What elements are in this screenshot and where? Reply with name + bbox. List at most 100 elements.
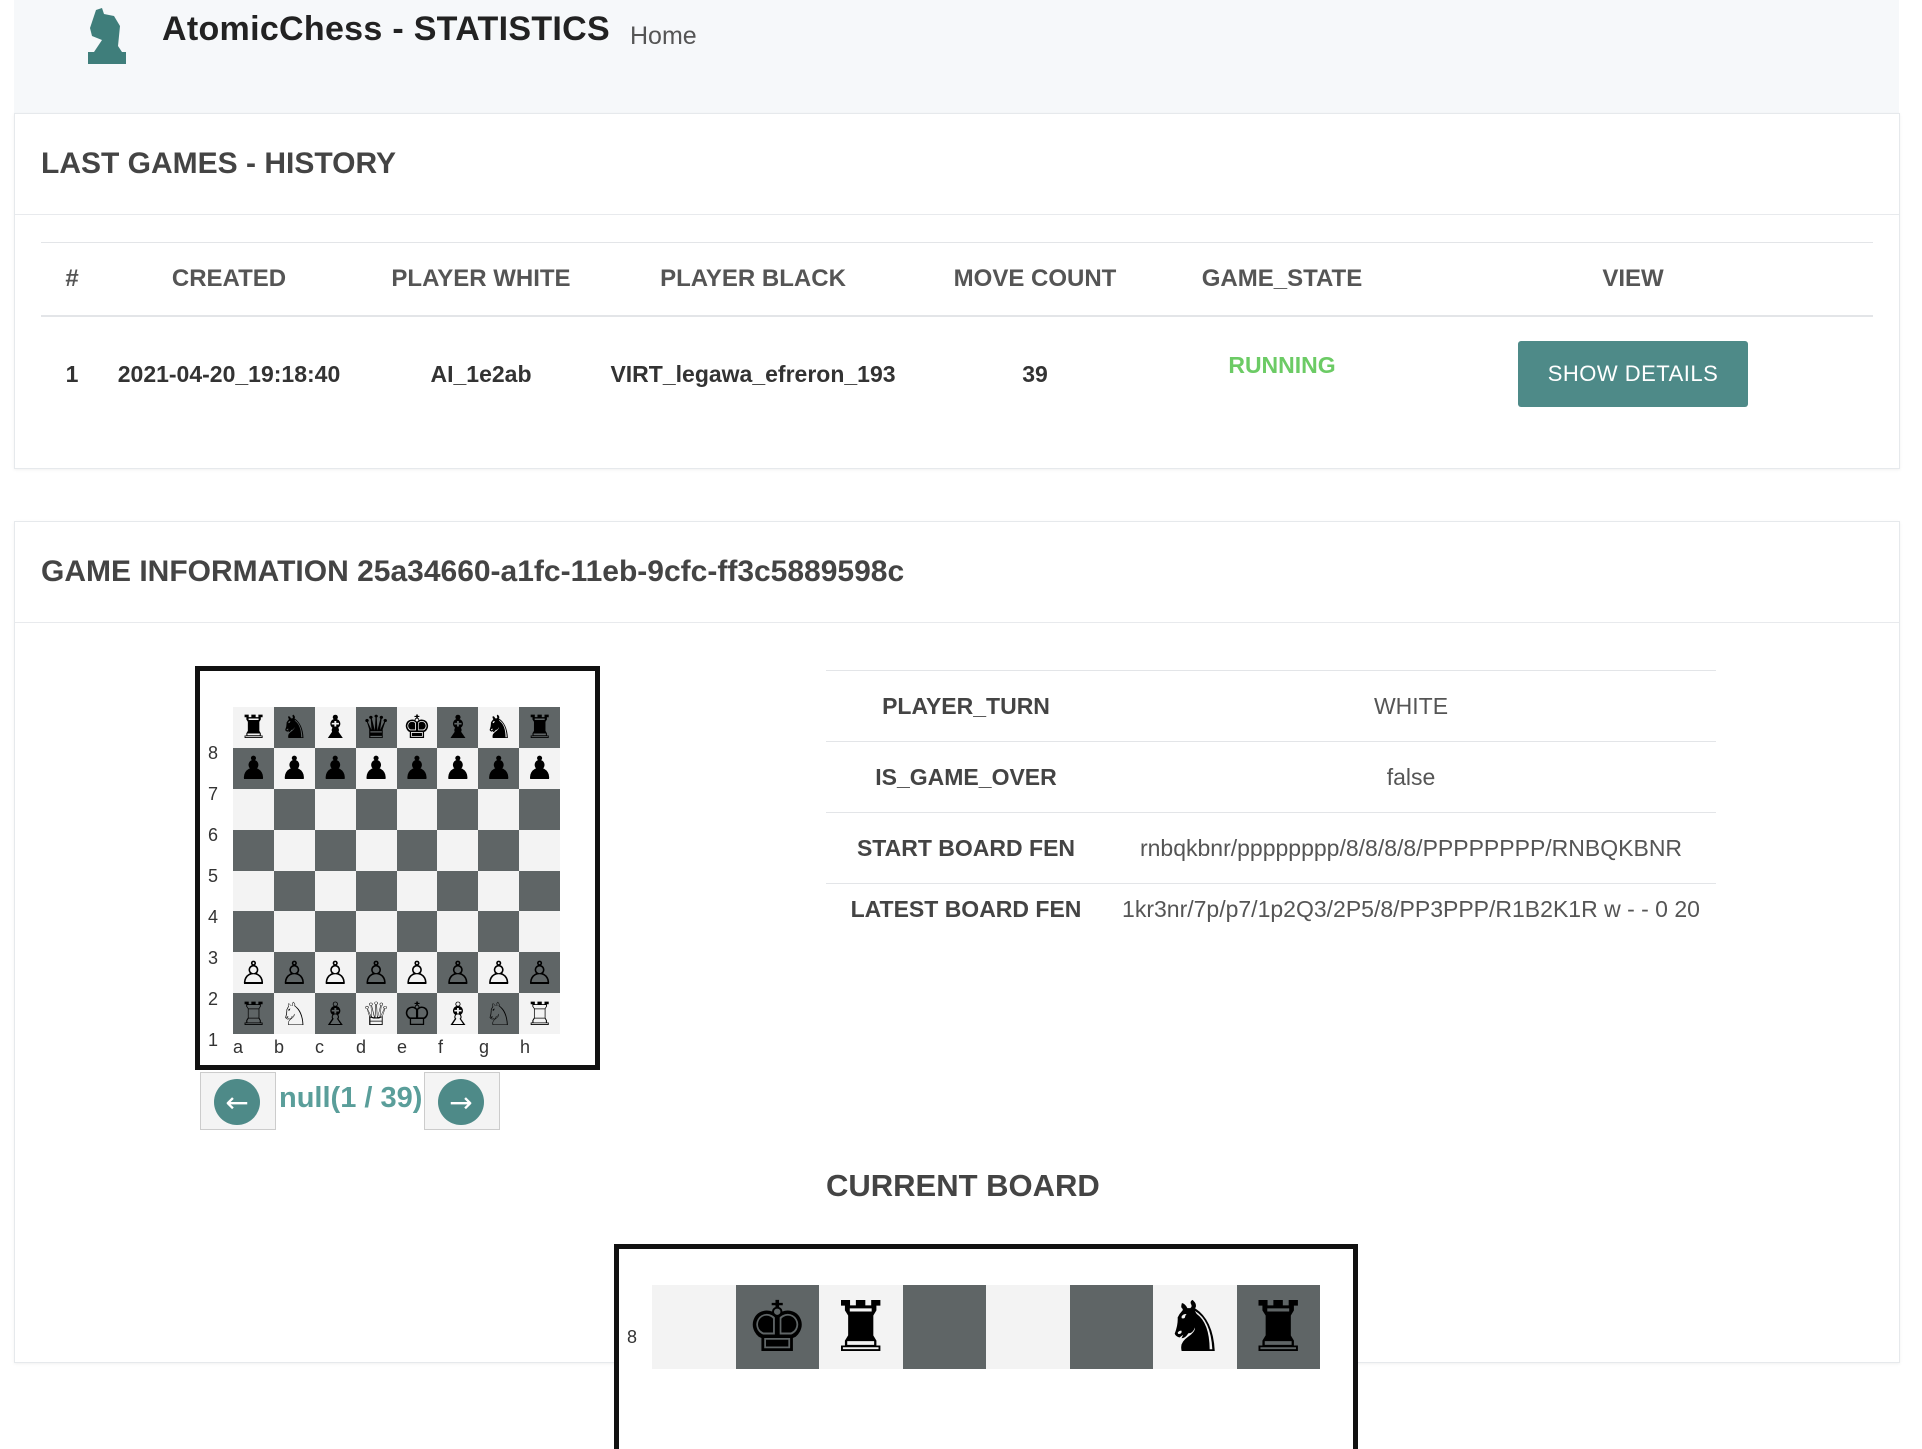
- board-square[interactable]: [478, 829, 520, 871]
- board-square[interactable]: [314, 829, 356, 871]
- chess-piece-icon[interactable]: ♛: [362, 711, 391, 743]
- board-square[interactable]: [273, 829, 315, 871]
- board-square[interactable]: ♖: [519, 993, 560, 1034]
- board-square[interactable]: [478, 788, 520, 830]
- nav-home-link[interactable]: Home: [630, 22, 697, 51]
- chess-piece-icon[interactable]: ♙: [525, 957, 554, 989]
- board-square[interactable]: [355, 829, 397, 871]
- board-square[interactable]: [314, 870, 356, 912]
- board-square[interactable]: [396, 911, 438, 953]
- board-square[interactable]: ♝: [314, 707, 356, 748]
- board-square[interactable]: ♞: [478, 707, 520, 748]
- board-square[interactable]: [519, 911, 560, 953]
- player-black-link[interactable]: VIRT_legawa_efreron_193: [607, 316, 899, 431]
- board-square[interactable]: ♙: [519, 952, 560, 994]
- board-square[interactable]: [314, 788, 356, 830]
- chess-piece-icon[interactable]: ♟: [321, 752, 350, 784]
- chess-piece-icon[interactable]: ♝: [321, 711, 350, 743]
- board-square[interactable]: [986, 1285, 1070, 1369]
- board-square[interactable]: [233, 870, 274, 912]
- board-square[interactable]: ♙: [478, 952, 520, 994]
- chess-piece-icon[interactable]: ♜: [829, 1292, 892, 1362]
- board-square[interactable]: ♜: [1236, 1285, 1320, 1369]
- board-square[interactable]: ♞: [273, 707, 315, 748]
- chess-piece-icon[interactable]: ♙: [280, 957, 309, 989]
- chess-piece-icon[interactable]: ♙: [443, 957, 472, 989]
- chess-piece-icon[interactable]: ♙: [362, 957, 391, 989]
- board-square[interactable]: [437, 870, 479, 912]
- board-square[interactable]: [519, 788, 560, 830]
- board-square[interactable]: ♟: [478, 747, 520, 789]
- chess-piece-icon[interactable]: ♖: [525, 998, 554, 1030]
- board-square[interactable]: [437, 829, 479, 871]
- board-square[interactable]: ♖: [233, 993, 274, 1034]
- chess-piece-icon[interactable]: ♜: [239, 711, 268, 743]
- board-square[interactable]: [355, 911, 397, 953]
- board-square[interactable]: ♜: [819, 1285, 903, 1369]
- chess-piece-icon[interactable]: ♘: [280, 998, 309, 1030]
- board-square[interactable]: [437, 788, 479, 830]
- board-square[interactable]: ♘: [273, 993, 315, 1034]
- chess-piece-icon[interactable]: ♞: [280, 711, 309, 743]
- board-square[interactable]: [273, 788, 315, 830]
- board-square[interactable]: ♙: [396, 952, 438, 994]
- chess-piece-icon[interactable]: ♙: [239, 957, 268, 989]
- chess-piece-icon[interactable]: ♞: [1163, 1292, 1226, 1362]
- player-white-link[interactable]: AI_1e2ab: [355, 316, 607, 431]
- board-square[interactable]: ♟: [314, 747, 356, 789]
- board-square[interactable]: [233, 911, 274, 953]
- board-square[interactable]: [519, 870, 560, 912]
- chess-piece-icon[interactable]: ♟: [362, 752, 391, 784]
- board-square[interactable]: [233, 829, 274, 871]
- board-square[interactable]: ♙: [314, 952, 356, 994]
- board-square[interactable]: ♟: [233, 747, 274, 789]
- next-move-button[interactable]: →: [424, 1072, 500, 1130]
- chess-piece-icon[interactable]: ♙: [403, 957, 432, 989]
- chess-piece-icon[interactable]: ♗: [443, 998, 472, 1030]
- board-square[interactable]: [396, 870, 438, 912]
- board-square[interactable]: ♜: [519, 707, 560, 748]
- board-square[interactable]: [478, 870, 520, 912]
- knight-icon[interactable]: [80, 6, 134, 68]
- chess-piece-icon[interactable]: ♟: [403, 752, 432, 784]
- board-square[interactable]: ♚: [396, 707, 438, 748]
- board-square[interactable]: [355, 870, 397, 912]
- board-square[interactable]: ♞: [1153, 1285, 1237, 1369]
- prev-move-button[interactable]: ←: [200, 1072, 276, 1130]
- app-title[interactable]: AtomicChess - STATISTICS: [162, 10, 610, 49]
- board-square[interactable]: [437, 911, 479, 953]
- chess-piece-icon[interactable]: ♜: [1247, 1292, 1310, 1362]
- board-square[interactable]: ♝: [437, 707, 479, 748]
- board-square[interactable]: ♙: [273, 952, 315, 994]
- board-square[interactable]: [902, 1285, 986, 1369]
- chess-piece-icon[interactable]: ♙: [321, 957, 350, 989]
- chess-piece-icon[interactable]: ♖: [239, 998, 268, 1030]
- board-square[interactable]: ♘: [478, 993, 520, 1034]
- board-square[interactable]: ♕: [355, 993, 397, 1034]
- board-square[interactable]: [519, 829, 560, 871]
- board-square[interactable]: ♚: [735, 1285, 819, 1369]
- chess-piece-icon[interactable]: ♟: [280, 752, 309, 784]
- chess-piece-icon[interactable]: ♙: [484, 957, 513, 989]
- board-square[interactable]: [396, 829, 438, 871]
- chess-piece-icon[interactable]: ♗: [321, 998, 350, 1030]
- board-square[interactable]: ♟: [437, 747, 479, 789]
- board-square[interactable]: [478, 911, 520, 953]
- board-square[interactable]: [233, 788, 274, 830]
- chess-piece-icon[interactable]: ♞: [484, 711, 513, 743]
- board-square[interactable]: ♟: [355, 747, 397, 789]
- chess-piece-icon[interactable]: ♟: [484, 752, 513, 784]
- board-square[interactable]: ♟: [273, 747, 315, 789]
- board-square[interactable]: ♙: [437, 952, 479, 994]
- board-square[interactable]: ♙: [355, 952, 397, 994]
- board-square[interactable]: [273, 911, 315, 953]
- chess-piece-icon[interactable]: ♜: [525, 711, 554, 743]
- chess-piece-icon[interactable]: ♕: [362, 998, 391, 1030]
- show-details-button[interactable]: SHOW DETAILS: [1517, 341, 1749, 407]
- board-square[interactable]: ♙: [233, 952, 274, 994]
- board-square[interactable]: ♟: [519, 747, 560, 789]
- chess-piece-icon[interactable]: ♟: [239, 752, 268, 784]
- chess-piece-icon[interactable]: ♝: [443, 711, 472, 743]
- board-square[interactable]: ♛: [355, 707, 397, 748]
- chess-piece-icon[interactable]: ♚: [403, 711, 432, 743]
